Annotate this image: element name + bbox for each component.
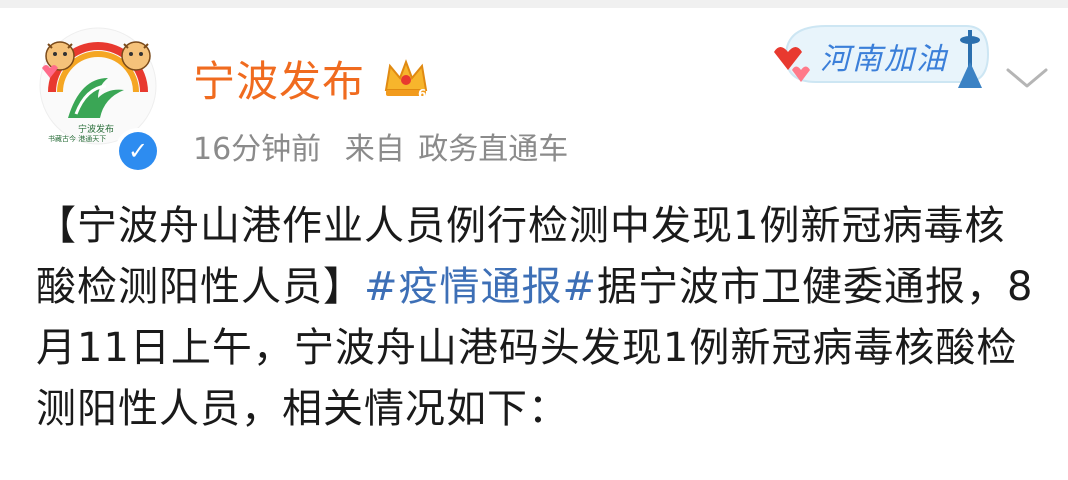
via-label: 来自 <box>344 132 405 167</box>
status-strip <box>0 0 1068 8</box>
post-client[interactable]: 政务直通车 <box>418 132 568 167</box>
post-time: 16分钟前 <box>193 132 322 167</box>
hashtag-link[interactable]: #疫情通报# <box>364 264 597 310</box>
sticker-text: 河南加油 <box>820 42 948 77</box>
post-content: 【宁波舟山港作业人员例行检测中发现1例新冠病毒核酸检测阳性人员】#疫情通报#据宁… <box>36 196 1046 440</box>
account-name[interactable]: 宁波发布 <box>193 48 365 109</box>
verified-badge-icon: ✓ <box>119 132 157 170</box>
chevron-down-icon[interactable] <box>1004 64 1050 92</box>
verified-badge: ✓ <box>115 128 161 174</box>
crown-badge-icon[interactable]: 6 <box>380 52 432 104</box>
svg-text:6: 6 <box>418 87 426 101</box>
post-meta: 16分钟前 来自 政务直通车 <box>193 124 568 168</box>
